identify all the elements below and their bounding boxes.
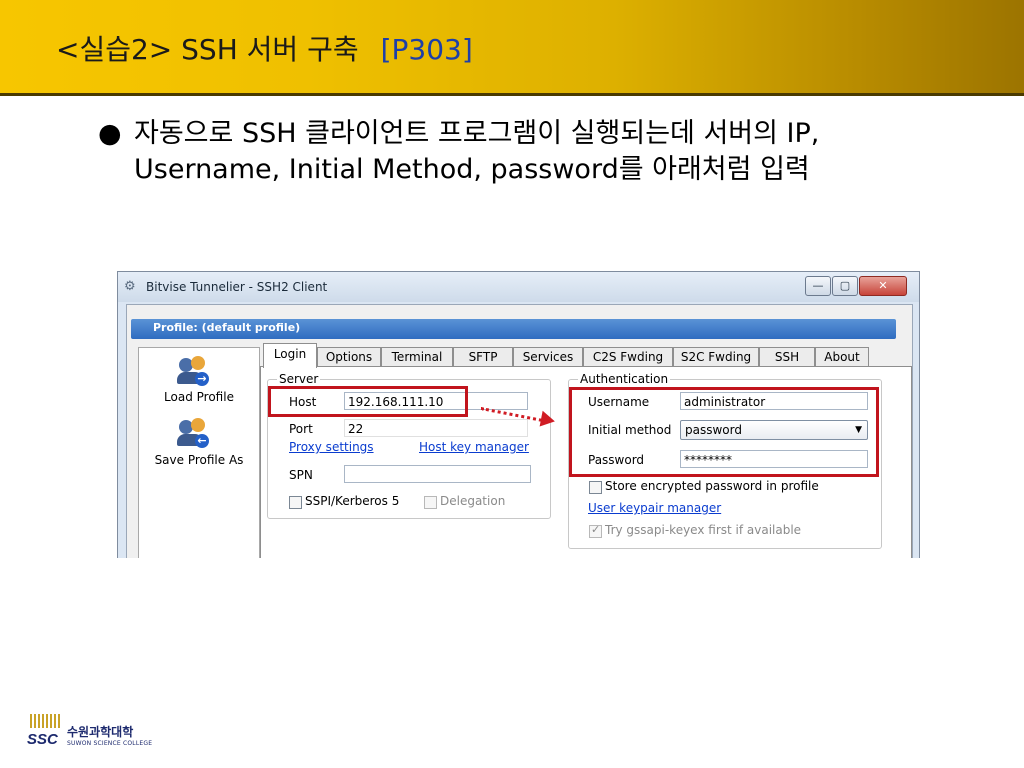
tab-c2s-fwding[interactable]: C2S Fwding <box>583 347 673 367</box>
spn-input[interactable] <box>344 465 531 483</box>
page-reference: [P303] <box>380 33 473 66</box>
logo-english-name: SUWON SCIENCE COLLEGE <box>67 740 153 747</box>
gssapi-keyex-checkbox[interactable] <box>589 523 602 538</box>
spn-label: SPN <box>289 468 313 482</box>
bullet-dot-icon: ● <box>98 118 122 149</box>
auth-highlight-box <box>569 387 879 477</box>
save-profile-button[interactable]: Save Profile As <box>139 453 259 467</box>
logo-korean-name: 수원과학대학 <box>67 725 134 739</box>
tab-services[interactable]: Services <box>513 347 583 367</box>
tab-sftp[interactable]: SFTP <box>453 347 513 367</box>
annotation-arrow-icon <box>539 410 557 430</box>
profile-label: Profile: (default profile) <box>153 321 301 334</box>
maximize-button[interactable]: ▢ <box>832 276 858 296</box>
delegation-label: Delegation <box>440 494 506 508</box>
host-key-manager-link[interactable]: Host key manager <box>419 440 529 454</box>
tab-s2c-fwding[interactable]: S2C Fwding <box>673 347 759 367</box>
gssapi-keyex-label: Try gssapi-keyex first if available <box>605 523 802 537</box>
window-title: Bitvise Tunnelier - SSH2 Client <box>146 280 328 294</box>
host-highlight-box <box>268 386 468 417</box>
proxy-settings-link[interactable]: Proxy settings <box>289 440 374 454</box>
slide-title-text: <실습2> SSH 서버 구축 <box>56 33 359 66</box>
close-button[interactable]: ✕ <box>859 276 907 296</box>
header-divider <box>0 93 1024 96</box>
port-label: Port <box>289 422 313 436</box>
store-password-checkbox[interactable] <box>589 481 602 494</box>
tunnelier-window: ⚙ Bitvise Tunnelier - SSH2 Client — ▢ ✕ … <box>117 271 920 558</box>
save-profile-icon[interactable]: ← <box>177 418 211 450</box>
authentication-group-label: Authentication <box>578 372 671 386</box>
user-keypair-manager-link[interactable]: User keypair manager <box>588 501 721 515</box>
store-password-label: Store encrypted password in profile <box>605 479 819 493</box>
side-pane: → Load Profile ← Save Profile As <box>138 347 260 558</box>
load-profile-button[interactable]: Load Profile <box>139 390 259 404</box>
server-group-label: Server <box>277 372 321 386</box>
port-input[interactable]: 22 <box>344 419 528 437</box>
minimize-button[interactable]: — <box>805 276 831 296</box>
delegation-checkbox[interactable] <box>424 496 437 509</box>
tab-terminal[interactable]: Terminal <box>381 347 453 367</box>
bullet-text: 자동으로 SSH 클라이언트 프로그램이 실행되는데 서버의 IP, Usern… <box>134 118 820 185</box>
bullet-paragraph: ● 자동으로 SSH 클라이언트 프로그램이 실행되는데 서버의 IP, Use… <box>98 116 952 188</box>
slide-title: <실습2> SSH 서버 구축 [P303] <box>56 28 473 68</box>
tab-about[interactable]: About <box>815 347 869 367</box>
tab-login[interactable]: Login <box>263 343 317 368</box>
tab-ssh[interactable]: SSH <box>759 347 815 367</box>
tab-options[interactable]: Options <box>317 347 381 367</box>
app-icon: ⚙ <box>124 279 136 294</box>
load-profile-icon[interactable]: → <box>177 356 211 388</box>
sspi-kerberos-checkbox[interactable] <box>289 496 302 509</box>
logo-mark-text: SSC <box>27 731 58 748</box>
sspi-kerberos-label: SSPI/Kerberos 5 <box>305 494 400 508</box>
